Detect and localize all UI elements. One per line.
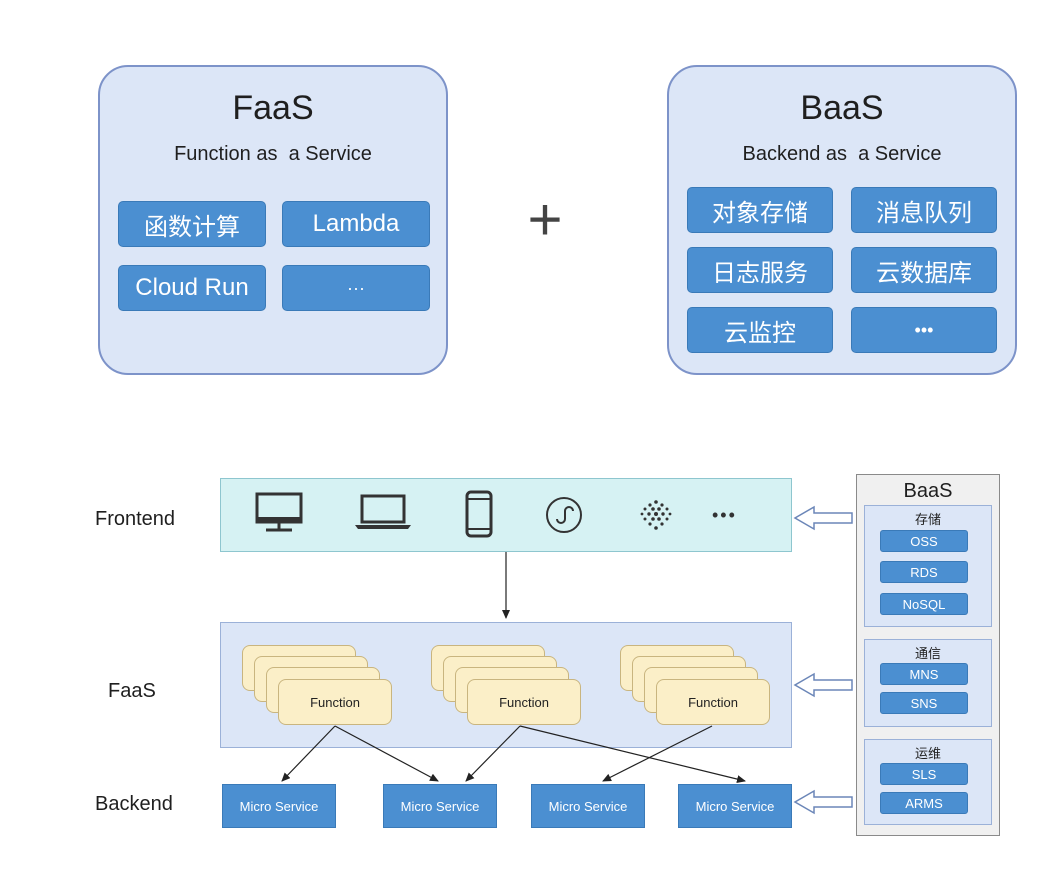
arrow-function-to-service [465,725,521,782]
arrow-function-to-service [602,725,713,782]
connectors [281,505,853,815]
arrow-function-to-service [334,725,439,782]
arrow-function-to-service [519,725,746,783]
arrow-function-to-service [281,725,336,782]
block-arrow-baas-to-backend [793,789,853,815]
block-arrow-baas-to-frontend [793,505,853,531]
block-arrow-baas-to-faas [793,672,853,698]
